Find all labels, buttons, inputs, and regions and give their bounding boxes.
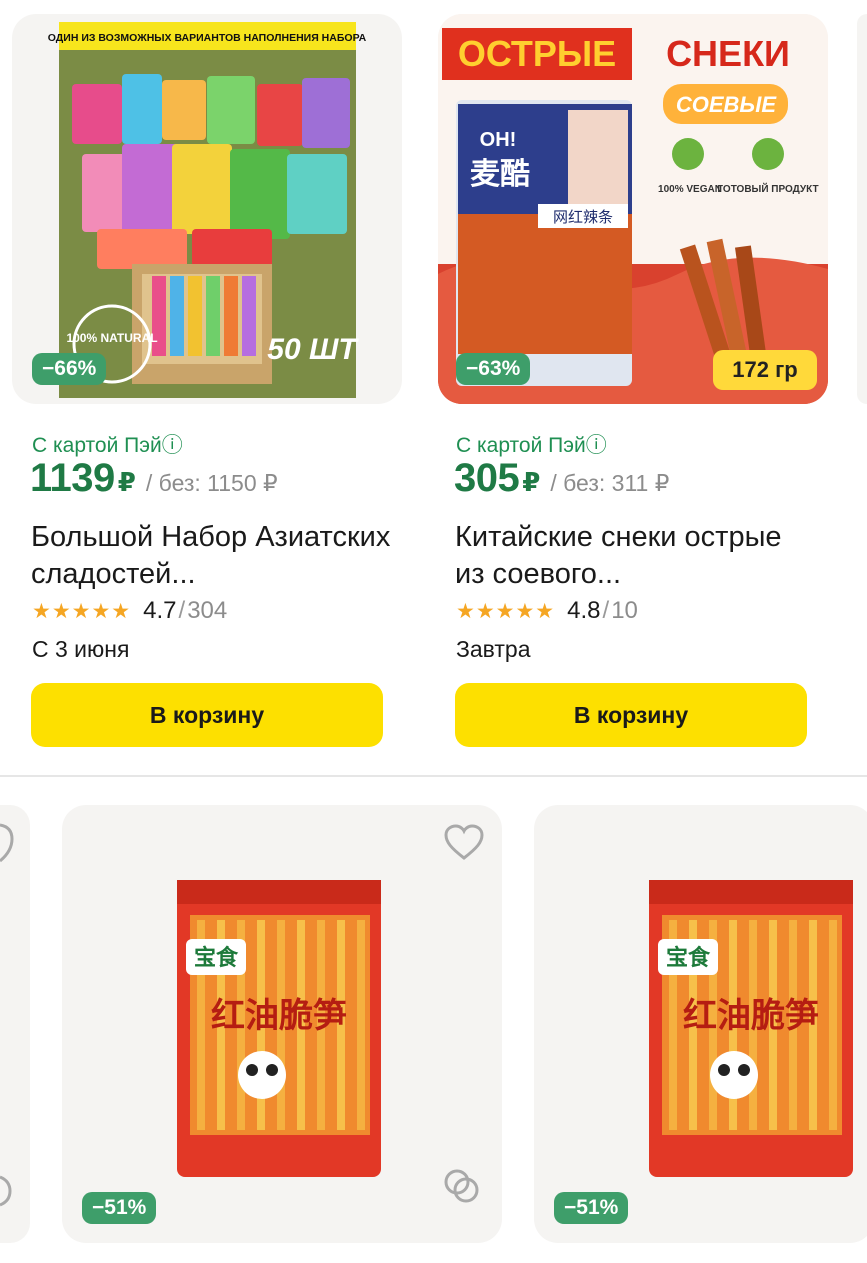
product-title[interactable]: Большой Набор Азиатских сладостей... bbox=[31, 519, 391, 593]
heart-icon[interactable] bbox=[443, 823, 485, 861]
svg-text:宝食: 宝食 bbox=[194, 945, 239, 971]
price-currency: ₽ bbox=[117, 467, 136, 497]
svg-text:麦酷: 麦酷 bbox=[470, 157, 530, 192]
delivery-date: Завтра bbox=[456, 636, 531, 662]
svg-text:100% NATURAL: 100% NATURAL bbox=[66, 331, 157, 345]
product-title[interactable]: Китайские снеки острые из соевого... bbox=[455, 519, 815, 593]
review-count: 10 bbox=[611, 597, 638, 624]
card-promo-label: С картой Пэйⓘ bbox=[456, 434, 607, 457]
svg-text:ГОТОВЫЙ ПРОДУКТ: ГОТОВЫЙ ПРОДУКТ bbox=[717, 182, 818, 195]
product-image-2[interactable]: ОСТРЫЕ СНЕКИ СОЕВЫЕ 100% VEGAN ГОТОВЫЙ П… bbox=[438, 14, 828, 404]
card-promo-label: С картой Пэйⓘ bbox=[32, 434, 183, 457]
product-image-4[interactable]: 宝食 红油脆笋 −51% bbox=[534, 805, 867, 1243]
price: 305 ₽ / без: 311 ₽ bbox=[454, 456, 669, 501]
product-photo-soy-snacks: ОСТРЫЕ СНЕКИ СОЕВЫЕ 100% VEGAN ГОТОВЫЙ П… bbox=[438, 14, 828, 404]
svg-text:СНЕКИ: СНЕКИ bbox=[666, 33, 790, 74]
product-photo-bamboo-shoots: 宝食 红油脆笋 bbox=[177, 880, 381, 1177]
rating[interactable]: ★★★★★ 4.8 / 10 bbox=[456, 597, 638, 625]
old-price: / без: 311 ₽ bbox=[550, 470, 670, 496]
rating[interactable]: ★★★★★ 4.7 / 304 bbox=[32, 597, 227, 625]
price: 1139 ₽ / без: 1150 ₽ bbox=[30, 456, 278, 501]
svg-text:红油脆笋: 红油脆笋 bbox=[211, 996, 347, 1036]
svg-text:ОДИН ИЗ ВОЗМОЖНЫХ ВАРИАНТОВ НА: ОДИН ИЗ ВОЗМОЖНЫХ ВАРИАНТОВ НАПОЛНЕНИЯ Н… bbox=[48, 32, 367, 44]
svg-text:100% VEGAN: 100% VEGAN bbox=[658, 184, 722, 195]
rating-value: 4.7 bbox=[143, 597, 177, 624]
review-count: 304 bbox=[187, 597, 228, 624]
product-image-1[interactable]: ОДИН ИЗ ВОЗМОЖНЫХ ВАРИАНТОВ НАПОЛНЕНИЯ Н… bbox=[12, 14, 402, 404]
price-value: 305 bbox=[454, 456, 520, 500]
svg-text:宝食: 宝食 bbox=[666, 945, 711, 971]
discount-badge: −51% bbox=[554, 1192, 629, 1224]
prev-card-icons bbox=[0, 823, 14, 1207]
delivery-date: С 3 июня bbox=[32, 636, 130, 662]
discount-badge: −63% bbox=[456, 353, 531, 385]
svg-text:СОЕВЫЕ: СОЕВЫЕ bbox=[676, 92, 778, 117]
product-image-3[interactable]: 宝食 红油脆笋 −51% bbox=[62, 805, 502, 1243]
section-divider bbox=[0, 775, 867, 777]
svg-text:红油脆笋: 红油脆笋 bbox=[683, 996, 819, 1036]
star-icon: ★★★★★ bbox=[32, 599, 132, 623]
discount-badge: −66% bbox=[32, 353, 107, 385]
svg-text:50 ШТ: 50 ШТ bbox=[267, 333, 359, 366]
prev-card-edge bbox=[0, 805, 30, 1243]
compare-icon[interactable] bbox=[442, 1166, 482, 1206]
old-price: / без: 1150 ₽ bbox=[145, 470, 278, 496]
price-value: 1139 bbox=[30, 456, 115, 500]
svg-text:网红辣条: 网红辣条 bbox=[553, 208, 613, 226]
rating-separator: / bbox=[602, 597, 610, 624]
product-photo-sweets-box: ОДИН ИЗ ВОЗМОЖНЫХ ВАРИАНТОВ НАПОЛНЕНИЯ Н… bbox=[48, 22, 367, 398]
next-card-edge bbox=[857, 14, 867, 404]
product-photo-bamboo-shoots: 宝食 红油脆笋 bbox=[649, 880, 853, 1177]
star-icon: ★★★★★ bbox=[456, 599, 556, 623]
add-to-cart-button[interactable]: В корзину bbox=[455, 683, 807, 747]
rating-value: 4.8 bbox=[567, 597, 601, 624]
svg-text:172 гр: 172 гр bbox=[732, 357, 797, 382]
price-currency: ₽ bbox=[522, 467, 541, 497]
svg-text:OH!: OH! bbox=[480, 129, 517, 151]
discount-badge: −51% bbox=[82, 1192, 157, 1224]
add-to-cart-button[interactable]: В корзину bbox=[31, 683, 383, 747]
rating-separator: / bbox=[178, 597, 186, 624]
svg-text:ОСТРЫЕ: ОСТРЫЕ bbox=[458, 33, 616, 74]
